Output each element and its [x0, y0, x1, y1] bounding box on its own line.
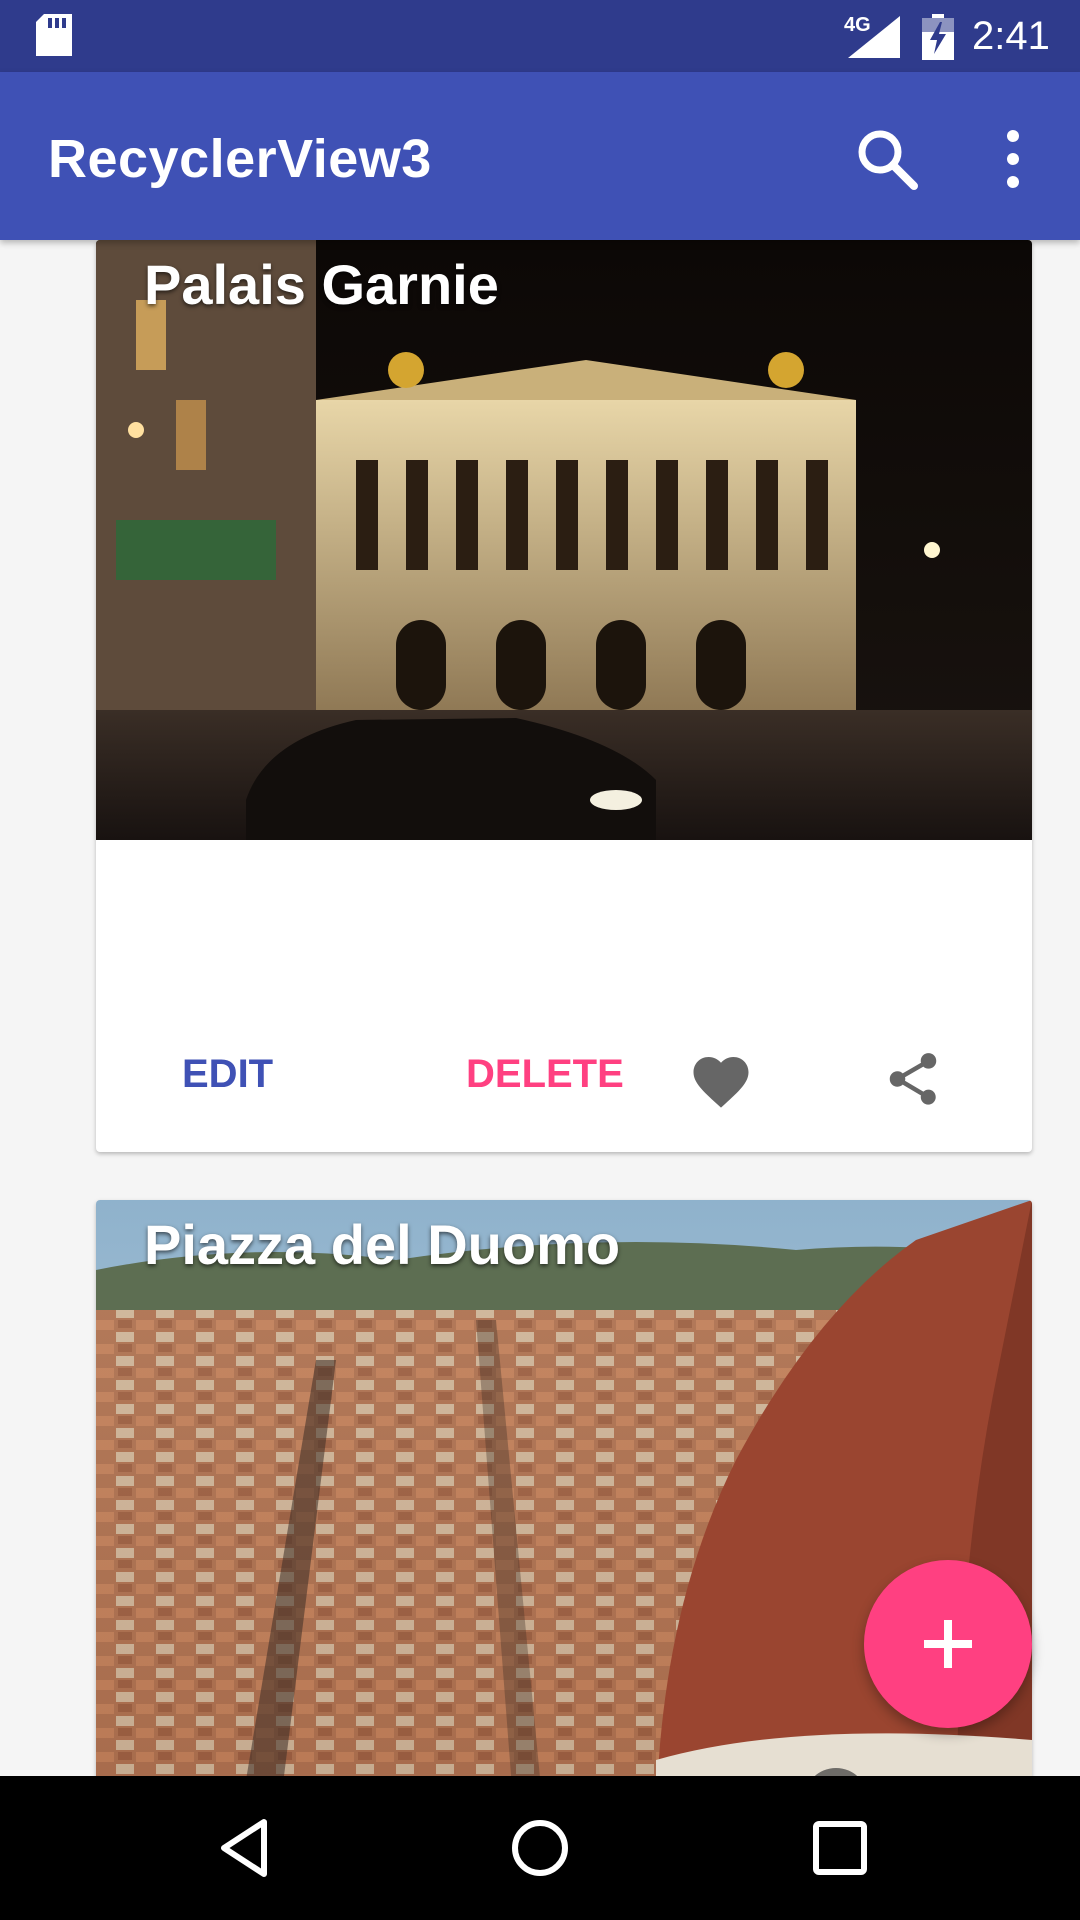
card-title: Piazza del Duomo [144, 1213, 621, 1276]
back-icon[interactable] [210, 1812, 282, 1884]
card-title: Palais Garnie [144, 253, 499, 316]
delete-button[interactable]: DELETE [466, 1052, 624, 1097]
list-item-card[interactable]: Palais Garnie EDIT DELETE [96, 240, 1032, 1152]
edit-button[interactable]: EDIT [182, 1052, 273, 1097]
home-icon[interactable] [504, 1812, 576, 1884]
card-image-opera-night [96, 240, 1032, 840]
recents-icon[interactable] [808, 1816, 872, 1880]
add-fab-button[interactable] [864, 1560, 1032, 1728]
status-bar: 4G 2:41 [0, 0, 1080, 72]
battery-icon [922, 14, 954, 60]
heart-icon[interactable] [688, 1048, 754, 1110]
app-title: RecyclerView3 [48, 129, 432, 189]
app-bar: RecyclerView3 [0, 72, 1080, 240]
share-icon[interactable] [882, 1048, 944, 1110]
plus-icon [924, 1620, 972, 1668]
more-vert-icon[interactable] [990, 124, 1036, 194]
system-nav-bar [0, 1776, 1080, 1920]
sd-card-icon [36, 14, 72, 56]
clock: 2:41 [972, 14, 1050, 58]
recycler-list[interactable]: Palais Garnie EDIT DELETE Piazza del Duo… [0, 240, 1080, 1776]
search-icon[interactable] [852, 124, 922, 194]
signal-icon [848, 16, 900, 58]
